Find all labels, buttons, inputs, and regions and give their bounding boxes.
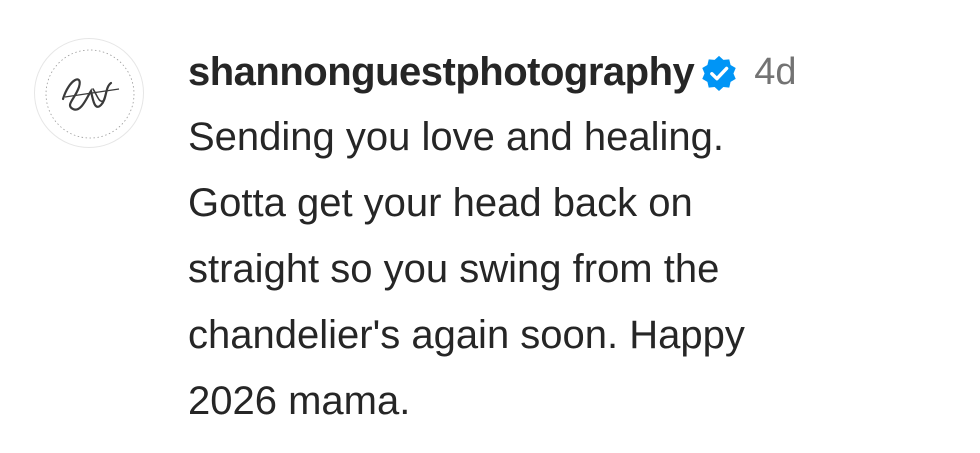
monogram-logo-icon <box>45 49 135 139</box>
comment-text: Sending you love and healing. Gotta get … <box>188 115 745 423</box>
username-link[interactable]: shannonguestphotography <box>188 50 695 95</box>
comment-timestamp[interactable]: 4d <box>754 51 796 94</box>
comment-header: shannonguestphotography 4d <box>188 44 797 100</box>
comment-item: shannonguestphotography 4d Sending you l… <box>0 0 980 453</box>
profile-avatar[interactable] <box>34 38 144 148</box>
verified-badge-icon <box>700 54 738 92</box>
